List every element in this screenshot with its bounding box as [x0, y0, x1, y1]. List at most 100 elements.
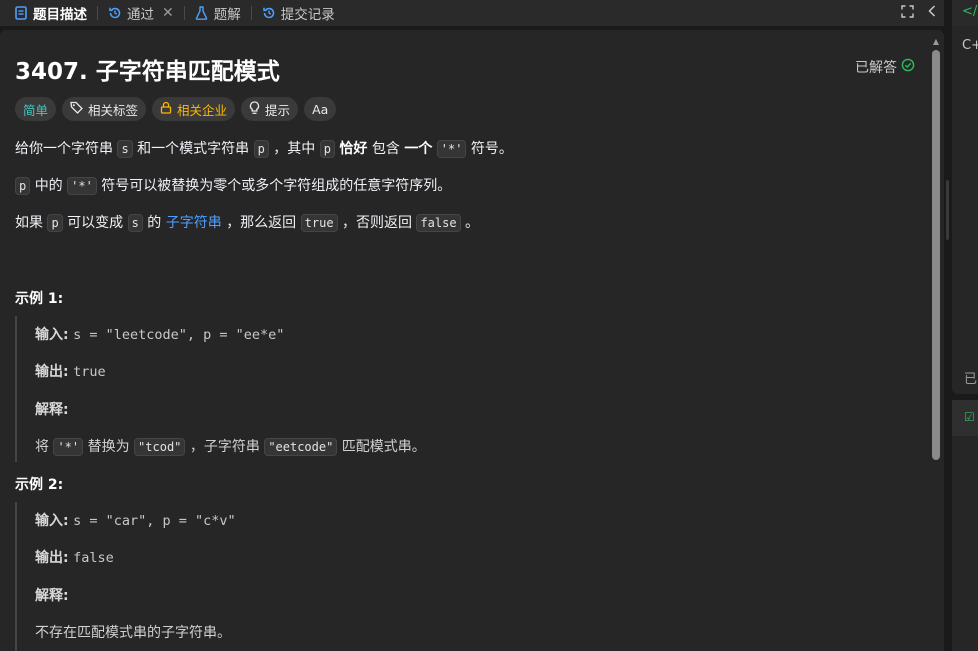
- text: 给你一个字符串: [15, 141, 113, 157]
- code-icon: </: [962, 4, 978, 19]
- text: 包含: [371, 141, 400, 157]
- tab-submissions[interactable]: 提交记录: [258, 0, 339, 26]
- tab-separator: [97, 6, 98, 20]
- scrollbar[interactable]: ▲: [931, 38, 941, 651]
- description-paragraph-2: p 中的 '*' 符号可以被替换为零个或多个字符组成的任意字符序列。: [15, 176, 451, 196]
- text: 匹配模式串。: [341, 439, 426, 455]
- inline-code: '*': [67, 177, 97, 195]
- language-selector[interactable]: C+: [962, 38, 978, 53]
- lightbulb-icon: [249, 100, 260, 118]
- text: ，子字符串: [189, 439, 260, 455]
- difficulty-badge[interactable]: 简单: [15, 97, 57, 121]
- solved-status: 已解答: [855, 57, 915, 77]
- tab-label: 提交记录: [280, 7, 335, 23]
- hint-button[interactable]: 提示: [241, 97, 299, 121]
- example-2-explain-label: 解释:: [35, 585, 69, 605]
- tag-row: 简单 相关标签 相关企业 提示 Aa: [15, 97, 337, 121]
- output-value: false: [73, 550, 114, 566]
- scrollbar-thumb[interactable]: [932, 50, 940, 460]
- flask-icon: [195, 6, 209, 20]
- translate-button[interactable]: Aa: [304, 97, 337, 121]
- text: 和一个模式字符串: [137, 141, 250, 157]
- fullscreen-icon[interactable]: [901, 4, 914, 22]
- inline-code: false: [416, 214, 461, 232]
- explain-label: 解释:: [35, 588, 69, 604]
- input-value: s = "car", p = "c*v": [73, 513, 236, 529]
- collapse-icon[interactable]: [928, 5, 936, 21]
- text: ，否则返回: [342, 215, 412, 231]
- output-value: true: [73, 364, 106, 380]
- close-icon[interactable]: ✕: [162, 5, 174, 21]
- tab-separator: [183, 6, 185, 20]
- example-2-block: 输入: s = "car", p = "c*v" 输出: false 解释: 不…: [15, 502, 895, 651]
- document-icon: [14, 6, 28, 20]
- bold-text: 恰好: [339, 141, 368, 157]
- related-tags-button[interactable]: 相关标签: [62, 97, 147, 121]
- text: ，其中: [273, 141, 316, 157]
- tab-label: 题目描述: [33, 7, 87, 23]
- solved-label: 已解答: [855, 60, 897, 76]
- bold-text: 一个: [404, 141, 433, 157]
- inline-code: '*': [436, 140, 467, 158]
- saved-status: 已: [964, 372, 978, 387]
- inline-code: p: [47, 214, 63, 232]
- text: 替换为: [87, 439, 130, 455]
- panel-divider[interactable]: [944, 0, 952, 651]
- inline-code: s: [117, 140, 133, 158]
- text: 符号可以被替换为零个或多个字符组成的任意字符序列。: [101, 178, 452, 194]
- checkbox-icon: ☑: [964, 410, 975, 424]
- text: ，那么返回: [226, 215, 297, 231]
- inline-code: "eetcode": [264, 438, 338, 456]
- description-panel: 3407. 子字符串匹配模式 已解答 简单 相关标签 相关企业 提示 Aa 给你…: [0, 30, 944, 651]
- example-1-block: 输入: s = "leetcode", p = "ee*e" 输出: true …: [15, 316, 895, 462]
- testcase-tab[interactable]: ☑: [952, 400, 978, 436]
- history-icon: [108, 6, 122, 20]
- explain-label: 解释:: [35, 402, 69, 418]
- text: 中的: [34, 178, 63, 194]
- code-editor-panel: [952, 0, 978, 394]
- text: 不存在匹配模式串的子字符串。: [35, 625, 231, 641]
- inline-code: '*': [53, 438, 84, 456]
- substring-link[interactable]: 子字符串: [166, 215, 222, 231]
- example-1-title: 示例 1:: [15, 291, 64, 307]
- test-result-panel: [952, 400, 978, 651]
- example-1-explanation: 将 '*' 替换为 "tcod" ，子字符串 "eetcode" 匹配模式串。: [35, 436, 426, 456]
- example-1-input: 输入: s = "leetcode", p = "ee*e": [35, 324, 284, 344]
- tab-accepted[interactable]: 通过 ✕: [104, 0, 178, 26]
- history-icon: [262, 6, 276, 20]
- tag-icon: [70, 101, 83, 117]
- inline-code: p: [253, 140, 269, 158]
- tab-separator: [250, 6, 252, 20]
- tab-label: 通过: [127, 7, 154, 23]
- page-title: 3407. 子字符串匹配模式: [15, 59, 280, 85]
- inline-code: p: [15, 177, 31, 195]
- example-2-title: 示例 2:: [15, 477, 64, 493]
- text: 可以变成: [67, 215, 124, 231]
- inline-code: s: [127, 214, 143, 232]
- translate-icon: Aa: [312, 101, 329, 117]
- difficulty-label: 简单: [23, 102, 49, 118]
- related-companies-button[interactable]: 相关企业: [152, 97, 236, 121]
- check-circle-icon: [901, 58, 915, 76]
- resize-handle[interactable]: [946, 180, 949, 240]
- tab-solutions[interactable]: 题解: [191, 0, 245, 26]
- input-label: 输入:: [35, 513, 69, 529]
- inline-code: true: [300, 214, 338, 232]
- example-2-output: 输出: false: [35, 547, 114, 567]
- description-paragraph-1: 给你一个字符串 s 和一个模式字符串 p ，其中 p 恰好 包含 一个 '*' …: [15, 139, 513, 159]
- scroll-up-arrow-icon[interactable]: ▲: [931, 38, 941, 46]
- text: 。: [465, 215, 480, 231]
- text: 的: [147, 215, 162, 231]
- tab-description[interactable]: 题目描述: [10, 0, 91, 26]
- example-1-explain-label: 解释:: [35, 399, 69, 419]
- tab-bar: 题目描述 通过 ✕ 题解 提交记录: [0, 0, 944, 26]
- tab-label: 题解: [213, 7, 241, 23]
- inline-code: p: [319, 140, 335, 158]
- inline-code: "tcod": [134, 438, 186, 456]
- text: 如果: [15, 215, 43, 231]
- code-tab[interactable]: </: [952, 0, 978, 26]
- example-2-explanation: 不存在匹配模式串的子字符串。: [35, 622, 231, 642]
- input-label: 输入:: [35, 327, 69, 343]
- input-value: s = "leetcode", p = "ee*e": [73, 327, 285, 343]
- lock-icon: [160, 101, 172, 117]
